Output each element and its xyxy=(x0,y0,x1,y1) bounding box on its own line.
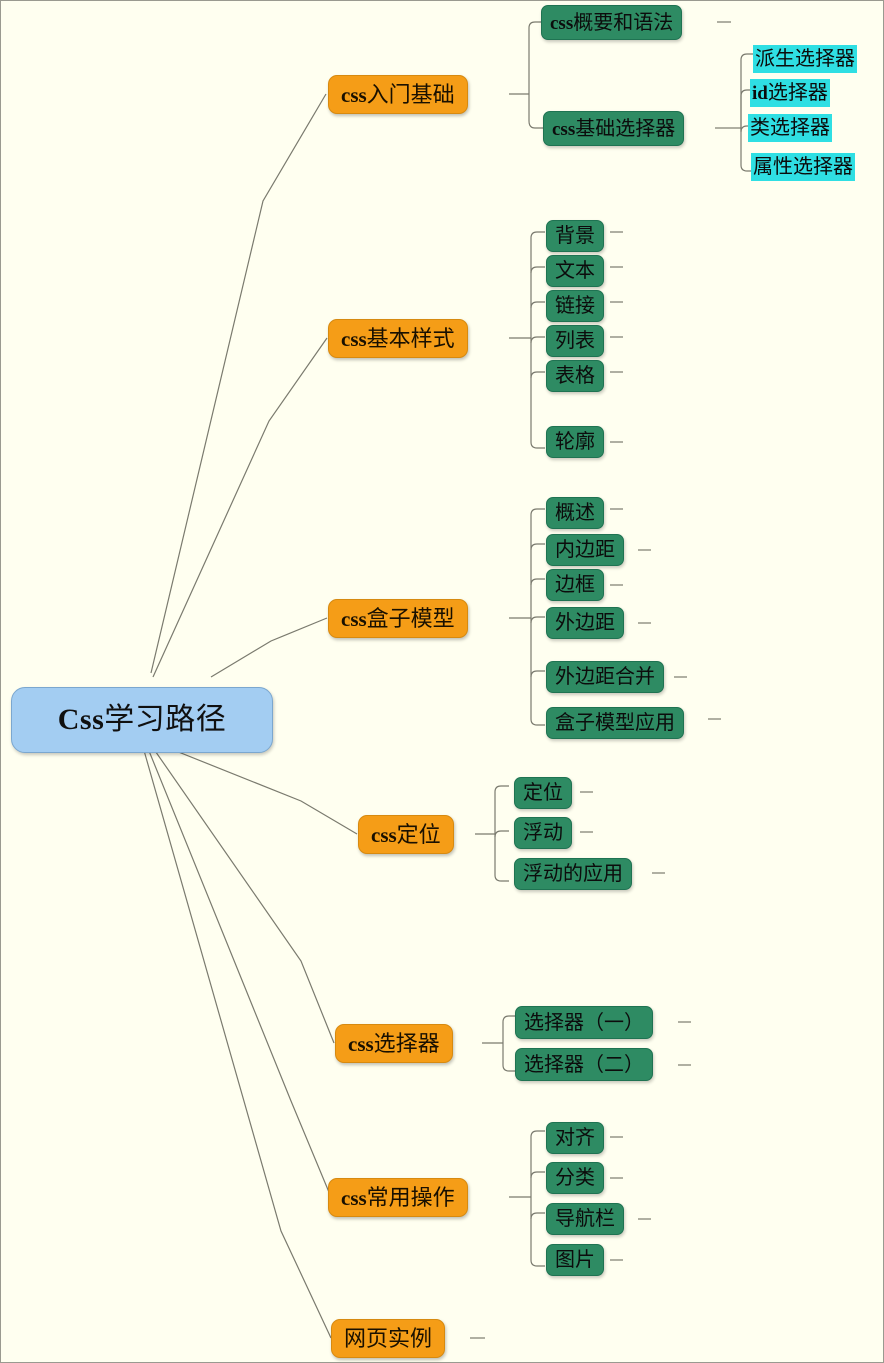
child-node-outline[interactable]: 轮廓 xyxy=(546,426,604,458)
child-node-image[interactable]: 图片 xyxy=(546,1244,604,1276)
child-label: 外边距 xyxy=(555,612,615,634)
child-node-margin-collapse[interactable]: 外边距合并 xyxy=(546,661,664,693)
child-label: css概要和语法 xyxy=(550,11,674,34)
child-node-padding[interactable]: 内边距 xyxy=(546,534,624,566)
branch-label: css定位 xyxy=(371,821,441,847)
leaf-label: 属性选择器 xyxy=(753,156,853,178)
leaf-node-attribute-selector[interactable]: 属性选择器 xyxy=(751,153,855,181)
branch-label: css盒子模型 xyxy=(341,605,455,631)
child-label: 定位 xyxy=(523,782,563,804)
branch-node-css-selectors[interactable]: css选择器 xyxy=(335,1024,453,1063)
leaf-label: 派生选择器 xyxy=(755,48,855,70)
root-node[interactable]: Css学习路径 xyxy=(11,687,273,753)
child-node-float[interactable]: 浮动 xyxy=(514,817,572,849)
branch-label: css选择器 xyxy=(348,1030,440,1056)
child-label: 对齐 xyxy=(555,1127,595,1149)
child-node-margin[interactable]: 外边距 xyxy=(546,607,624,639)
child-label: 链接 xyxy=(555,295,595,317)
child-node-link[interactable]: 链接 xyxy=(546,290,604,322)
child-label: 选择器（二） xyxy=(524,1053,644,1076)
branch-node-css-intro[interactable]: css入门基础 xyxy=(328,75,468,114)
child-label: 浮动 xyxy=(523,822,563,844)
connector-lines xyxy=(142,21,753,1339)
child-node-text[interactable]: 文本 xyxy=(546,255,604,287)
child-label: 分类 xyxy=(555,1167,595,1189)
branch-label: css基本样式 xyxy=(341,325,455,351)
child-node-background[interactable]: 背景 xyxy=(546,220,604,252)
leaf-label: id选择器 xyxy=(752,82,828,104)
child-node-selector-two[interactable]: 选择器（二） xyxy=(515,1048,653,1081)
leaf-node-descendant-selector[interactable]: 派生选择器 xyxy=(753,45,857,73)
child-label: 图片 xyxy=(555,1249,595,1271)
child-label: 选择器（一） xyxy=(524,1011,644,1034)
child-node-box-model-application[interactable]: 盒子模型应用 xyxy=(546,707,684,739)
child-node-classification[interactable]: 分类 xyxy=(546,1162,604,1194)
child-label: 文本 xyxy=(555,260,595,282)
root-label: Css学习路径 xyxy=(57,703,227,736)
child-label: 外边距合并 xyxy=(555,666,655,688)
child-label: 盒子模型应用 xyxy=(555,712,675,734)
child-node-border[interactable]: 边框 xyxy=(546,569,604,601)
child-label: 表格 xyxy=(555,365,595,387)
leaf-node-class-selector[interactable]: 类选择器 xyxy=(748,114,832,142)
child-label: 轮廓 xyxy=(555,431,595,453)
branch-label: css常用操作 xyxy=(341,1184,455,1210)
child-node-float-application[interactable]: 浮动的应用 xyxy=(514,858,632,890)
child-label: 列表 xyxy=(555,330,595,352)
leaf-label: 类选择器 xyxy=(750,117,830,139)
branch-label: 网页实例 xyxy=(344,1325,433,1351)
child-node-box-overview[interactable]: 概述 xyxy=(546,497,604,529)
child-node-position[interactable]: 定位 xyxy=(514,777,572,809)
child-label: 导航栏 xyxy=(555,1208,615,1230)
child-node-css-basic-selectors[interactable]: css基础选择器 xyxy=(543,111,685,146)
child-label: 概述 xyxy=(555,502,595,524)
child-label: 浮动的应用 xyxy=(523,863,623,885)
child-label: 背景 xyxy=(555,225,595,247)
child-node-selector-one[interactable]: 选择器（一） xyxy=(515,1006,653,1039)
child-node-css-overview-syntax[interactable]: css概要和语法 xyxy=(541,5,683,40)
branch-node-css-box-model[interactable]: css盒子模型 xyxy=(328,599,468,638)
branch-node-css-positioning[interactable]: css定位 xyxy=(358,815,454,854)
mindmap-canvas: Css学习路径 css入门基础 css概要和语法 css基础选择器 派生选择器 … xyxy=(0,0,884,1363)
child-node-list[interactable]: 列表 xyxy=(546,325,604,357)
child-node-table[interactable]: 表格 xyxy=(546,360,604,392)
branch-node-css-basic-styles[interactable]: css基本样式 xyxy=(328,319,468,358)
child-label: 内边距 xyxy=(555,539,615,561)
child-node-align[interactable]: 对齐 xyxy=(546,1122,604,1154)
child-node-navbar[interactable]: 导航栏 xyxy=(546,1203,624,1235)
child-label: css基础选择器 xyxy=(552,117,676,140)
branch-node-webpage-examples[interactable]: 网页实例 xyxy=(331,1319,446,1358)
branch-label: css入门基础 xyxy=(341,81,455,107)
leaf-node-id-selector[interactable]: id选择器 xyxy=(750,79,830,107)
branch-node-css-common-operations[interactable]: css常用操作 xyxy=(328,1178,468,1217)
child-label: 边框 xyxy=(555,574,595,596)
